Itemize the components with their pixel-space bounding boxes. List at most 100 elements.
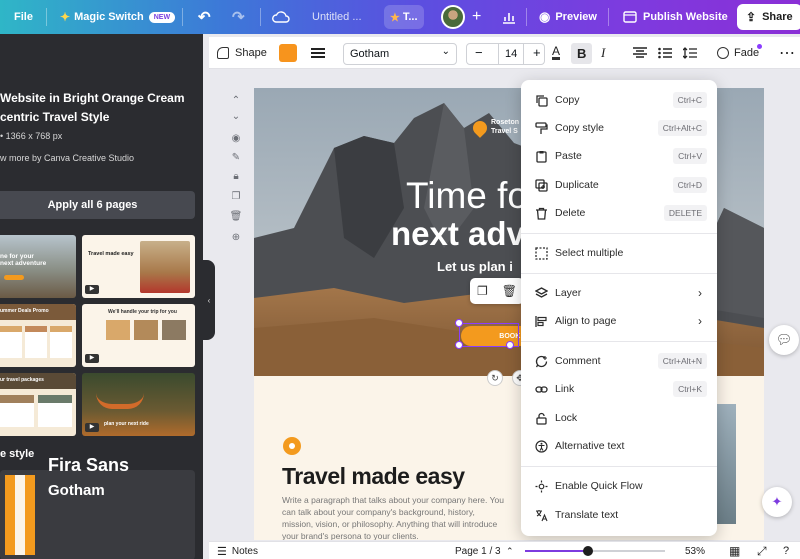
document-title[interactable]: Untitled ... <box>312 0 362 34</box>
shape-button[interactable]: Shape <box>217 37 267 69</box>
text-color-button[interactable]: A <box>552 37 561 69</box>
font-size-stepper[interactable]: − 14 + <box>466 43 545 65</box>
template-title: Website in Bright Orange Cream centric T… <box>0 91 185 124</box>
menu-divider <box>521 466 717 467</box>
hero-heading-line2[interactable]: next adv <box>391 215 525 253</box>
zoom-slider[interactable] <box>525 546 665 556</box>
lock-icon: 🔒︎ <box>233 170 239 182</box>
page-thumbnail-5[interactable]: ur travel packages <box>0 373 76 436</box>
spacing-button[interactable] <box>683 37 697 69</box>
menu-item-translate-text[interactable]: Translate text <box>521 501 717 529</box>
collapse-panel-button[interactable]: ‹ <box>203 260 215 340</box>
menu-item-duplicate[interactable]: Duplicate Ctrl+D <box>521 171 717 199</box>
move-up-button[interactable]: ⌃ <box>228 92 244 108</box>
more-by-link[interactable]: w more by Canva Creative Studio <box>0 153 134 163</box>
publish-website-button[interactable]: Publish Website <box>617 0 734 34</box>
page-thumbnail-4[interactable]: We'll handle your trip for you ▶ <box>82 304 195 367</box>
redo-button[interactable]: ↷ <box>232 0 245 34</box>
page-thumbnail-2[interactable]: Travel made easy ▶ <box>82 235 195 298</box>
thumbnail-caption: ummer Deals Promo <box>0 308 49 314</box>
preview-button[interactable]: ◉ Preview <box>533 0 603 34</box>
magic-switch-button[interactable]: ✦ Magic Switch NEW <box>54 0 181 34</box>
menu-item-comment[interactable]: Comment Ctrl+Alt+N <box>521 347 717 375</box>
menu-item-copy[interactable]: Copy Ctrl+C <box>521 86 717 114</box>
fullscreen-button[interactable]: ⤢ <box>757 542 767 559</box>
template-size: • 1366 x 768 px <box>0 131 62 141</box>
decrease-size-button[interactable]: − <box>475 45 483 60</box>
insights-button[interactable] <box>502 0 516 34</box>
bold-button[interactable]: B <box>571 37 593 69</box>
duplicate-icon <box>534 178 549 193</box>
add-collaborator-button[interactable]: + <box>472 0 481 34</box>
magic-assistant-button[interactable]: ✦ <box>762 487 792 517</box>
page-thumbnail-6[interactable]: plan your next ride ▶ <box>82 373 195 436</box>
more-options-button[interactable]: ⋯ <box>779 37 795 69</box>
font-size-value[interactable]: 14 <box>498 44 525 64</box>
upload-icon: ⇪ <box>746 10 757 24</box>
trash-icon[interactable]: 🗑︎ <box>502 284 517 298</box>
resize-handle[interactable] <box>506 341 514 349</box>
preview-label: Preview <box>555 11 597 23</box>
notes-button[interactable]: ☰ Notes <box>217 542 258 559</box>
delete-page-button[interactable]: 🗑︎ <box>228 208 244 224</box>
menu-item-enable-quick-flow[interactable]: Enable Quick Flow <box>521 472 717 500</box>
increase-size-button[interactable]: + <box>533 45 541 60</box>
zoom-level[interactable]: 53% <box>685 542 705 559</box>
menu-item-align-to-page[interactable]: Align to page › <box>521 307 717 335</box>
cloud-save-button[interactable] <box>272 0 290 34</box>
undo-button[interactable]: ↶ <box>198 0 211 34</box>
list-button[interactable] <box>658 37 672 69</box>
menu-item-layer[interactable]: Layer › <box>521 279 717 307</box>
duplicate-icon: ❐ <box>231 190 241 202</box>
align-button[interactable] <box>633 37 647 69</box>
fade-animation-button[interactable]: Fade <box>717 37 759 69</box>
visibility-button[interactable]: ◉ <box>228 130 244 146</box>
page-thumbnail-1[interactable]: ne for your next adventure <box>0 235 76 298</box>
thumbnail-caption: ne for your next adventure <box>0 253 47 267</box>
collaborator-avatar[interactable] <box>441 0 465 34</box>
resize-handle[interactable] <box>455 341 463 349</box>
page-thumbnail-3[interactable]: ummer Deals Promo <box>0 304 76 367</box>
play-icon: ▶ <box>85 285 99 294</box>
menu-item-copy-style[interactable]: Copy style Ctrl+Alt+C <box>521 114 717 142</box>
text-tab-button[interactable]: ★ T... <box>384 5 424 29</box>
comment-icon <box>534 354 549 369</box>
menu-item-paste[interactable]: Paste Ctrl+V <box>521 142 717 170</box>
paint-roller-icon <box>534 121 549 136</box>
section-body[interactable]: Write a paragraph that talks about your … <box>282 494 507 540</box>
help-button[interactable]: ? <box>783 542 789 559</box>
hero-heading-line1[interactable]: Time fo <box>406 175 528 217</box>
border-style-button[interactable] <box>311 37 325 69</box>
font-family-select[interactable]: Gotham ⌄ <box>343 43 457 65</box>
duplicate-icon[interactable]: ❐ <box>477 284 488 298</box>
grid-view-button[interactable]: ▦ <box>729 542 740 559</box>
notes-button[interactable]: ✎ <box>228 149 244 165</box>
section-title[interactable]: Travel made easy <box>282 463 465 490</box>
zoom-slider-fill <box>525 550 588 552</box>
italic-button[interactable]: I <box>601 37 605 69</box>
resize-handle[interactable] <box>455 319 463 327</box>
card-shape <box>50 326 72 358</box>
add-comment-button[interactable]: 💬︎ <box>769 325 799 355</box>
lock-button[interactable]: 🔒︎ <box>228 168 244 184</box>
add-page-button[interactable]: ⊕ <box>228 229 244 245</box>
menu-item-delete[interactable]: Delete DELETE <box>521 199 717 227</box>
apply-all-pages-button[interactable]: Apply all 6 pages <box>0 191 195 219</box>
menu-shortcut: DELETE <box>663 205 707 221</box>
rotate-handle[interactable]: ↻ <box>487 370 503 386</box>
menu-item-link[interactable]: Link Ctrl+K <box>521 375 717 403</box>
page-indicator[interactable]: Page 1 / 3 <box>455 542 501 559</box>
file-menu-button[interactable]: File <box>8 0 39 34</box>
menu-item-select-multiple[interactable]: Select multiple <box>521 239 717 267</box>
duplicate-page-button[interactable]: ❐ <box>228 188 244 204</box>
zoom-slider-knob[interactable] <box>583 546 593 556</box>
pages-toggle-button[interactable]: ⌃ <box>506 542 514 559</box>
menu-item-lock[interactable]: Lock <box>521 404 717 432</box>
move-down-button[interactable]: ⌄ <box>228 108 244 124</box>
hammock-shape <box>96 393 144 409</box>
hero-subheading[interactable]: Let us plan i <box>437 259 513 274</box>
fill-color-button[interactable] <box>279 37 297 69</box>
menu-item-alternative-text[interactable]: Alternative text <box>521 432 717 460</box>
share-button[interactable]: ⇪ Share <box>737 4 800 30</box>
menu-label: Paste <box>555 150 582 162</box>
